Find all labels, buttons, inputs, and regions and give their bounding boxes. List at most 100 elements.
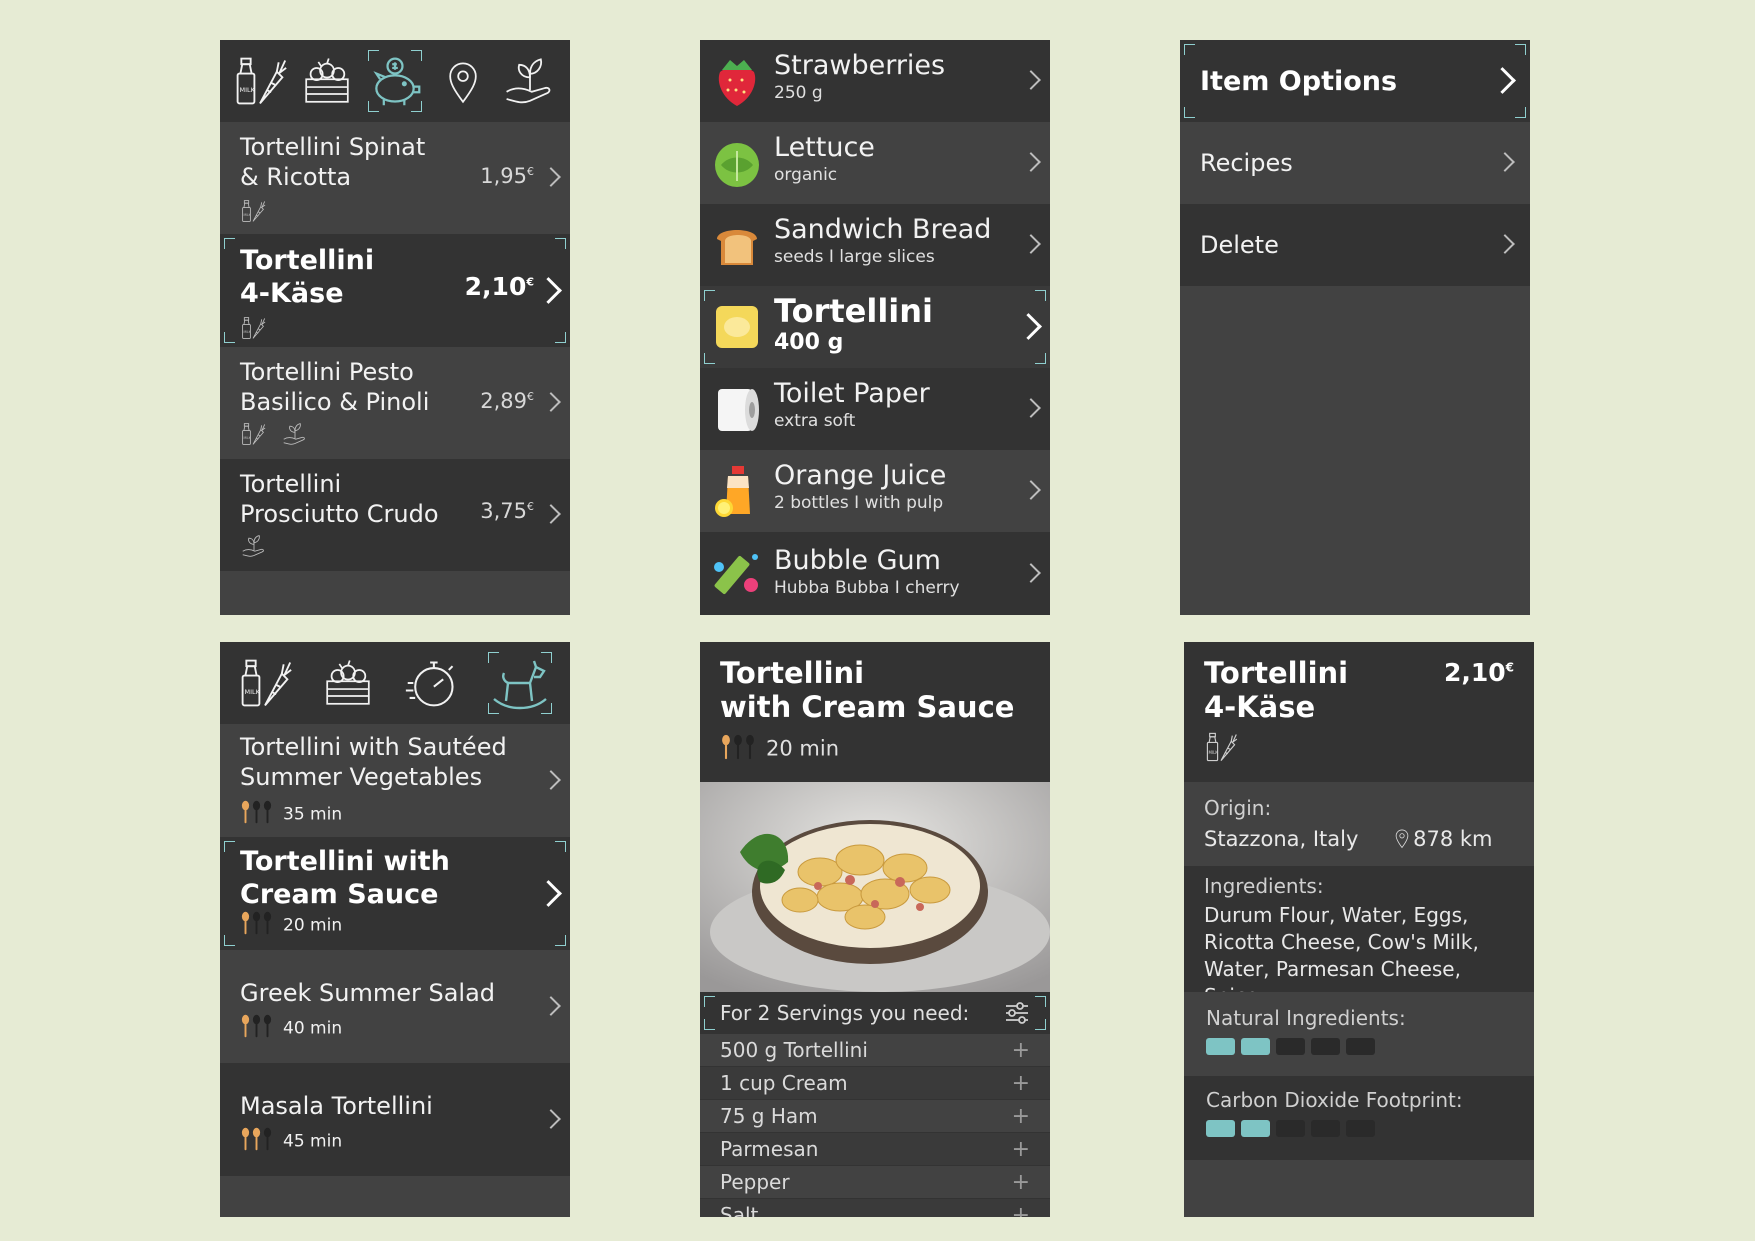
list-item-selected[interactable]: Tortellini 400 g xyxy=(700,286,1050,368)
recipe-row[interactable]: Masala Tortellini 45 min xyxy=(220,1063,570,1176)
recipe-time: 20 min xyxy=(766,736,839,761)
product-row[interactable]: Tortellini Prosciutto Crudo 3,75€ xyxy=(220,459,570,571)
recipe-title: Tortellini with Cream Sauce xyxy=(720,656,1015,724)
recipe-header: Tortellini with Cream Sauce 20 min xyxy=(700,642,1050,782)
recipe-time: 40 min xyxy=(283,1018,343,1039)
product-row[interactable]: Tortellini Spinat & Ricotta 1,95€ xyxy=(220,122,570,234)
recipe-row-selected[interactable]: Tortellini with Cream Sauce 20 min xyxy=(220,837,570,950)
chevron-right-icon xyxy=(1495,234,1515,254)
menu-item-delete[interactable]: Delete xyxy=(1180,204,1530,286)
difficulty-spoons-icon xyxy=(240,1127,273,1156)
chevron-right-icon xyxy=(541,769,561,790)
ingredients-list: 500 g Tortellini + 1 cup Cream + 75 g Ham +… xyxy=(700,1034,1050,1217)
distance: 878 km xyxy=(1413,827,1493,851)
meter-segment xyxy=(1241,1038,1270,1055)
strawberry-icon xyxy=(718,60,756,106)
rocking-horse-icon[interactable] xyxy=(484,648,556,718)
item-name: Tortellini xyxy=(774,292,933,330)
meter-segment xyxy=(1206,1038,1235,1055)
product-name: Tortellini Spinat & Ricotta xyxy=(240,133,426,191)
list-item[interactable]: Toilet Paper extra soft xyxy=(700,368,1050,450)
meter-segment xyxy=(1311,1038,1340,1055)
milk-carrot-icon[interactable] xyxy=(229,46,291,116)
recipe-name: Masala Tortellini xyxy=(240,1092,433,1120)
ingredient-row[interactable]: Pepper + xyxy=(700,1166,1050,1199)
origin-label: Origin: xyxy=(1204,796,1272,820)
item-options-header[interactable]: Item Options xyxy=(1180,40,1530,122)
product-price: 2,89€ xyxy=(480,389,534,413)
item-name: Strawberries xyxy=(774,50,946,81)
adjust-sliders-icon[interactable] xyxy=(1004,1001,1030,1025)
meter-segment xyxy=(1276,1120,1305,1137)
recipe-name: Tortellini with Sautéed Summer Vegetable… xyxy=(240,733,507,791)
recipe-time: 20 min xyxy=(283,915,343,936)
list-item[interactable]: Lettuce organic xyxy=(700,122,1050,204)
plus-icon[interactable]: + xyxy=(1012,1203,1030,1218)
difficulty-spoons-icon xyxy=(240,1014,273,1043)
stopwatch-icon[interactable] xyxy=(401,648,463,718)
recipe-row[interactable]: Tortellini with Sautéed Summer Vegetable… xyxy=(220,724,570,837)
menu-item-label: Delete xyxy=(1200,231,1279,259)
chevron-right-icon xyxy=(535,276,562,304)
milk-carrot-icon xyxy=(240,198,266,224)
ingredient-row[interactable]: 75 g Ham + xyxy=(700,1100,1050,1133)
list-item[interactable]: Orange Juice 2 bottles I with pulp xyxy=(700,450,1050,532)
plant-hand-icon[interactable] xyxy=(499,46,561,116)
product-price: 2,10€ xyxy=(1443,658,1514,687)
origin-value: Stazzona, Italy 878 km xyxy=(1204,826,1493,851)
tortellini-icon xyxy=(716,306,758,348)
milk-carrot-icon xyxy=(1204,730,1238,764)
co2-label: Carbon Dioxide Footprint: xyxy=(1206,1088,1463,1112)
plus-icon[interactable]: + xyxy=(1012,1071,1030,1096)
ingredient-row[interactable]: Salt + xyxy=(700,1199,1050,1217)
co2-section: Carbon Dioxide Footprint: xyxy=(1184,1076,1534,1160)
product-row-selected[interactable]: Tortellini 4-Käse 2,10€ xyxy=(220,234,570,347)
piggy-bank-icon[interactable] xyxy=(364,46,426,116)
recipe-time: 35 min xyxy=(283,804,343,825)
difficulty-spoons-icon xyxy=(240,800,273,829)
natural-ingredients-meter xyxy=(1206,1038,1512,1055)
bread-icon xyxy=(717,230,757,265)
milk-carrot-icon[interactable] xyxy=(234,648,296,718)
recipe-name: Greek Summer Salad xyxy=(240,979,496,1007)
ingredient-row[interactable]: 500 g Tortellini + xyxy=(700,1034,1050,1067)
item-detail: seeds I large slices xyxy=(774,247,935,267)
meter-segment xyxy=(1241,1120,1270,1137)
item-detail: 400 g xyxy=(774,330,844,355)
chevron-right-icon xyxy=(1489,67,1516,94)
item-options-panel: Item Options Recipes Delete xyxy=(1180,40,1530,615)
plus-icon[interactable]: + xyxy=(1012,1104,1030,1129)
natural-ingredients-label: Natural Ingredients: xyxy=(1206,1006,1406,1030)
plus-icon[interactable]: + xyxy=(1012,1137,1030,1162)
list-item[interactable]: Bubble Gum Hubba Bubba I cherry xyxy=(700,532,1050,615)
item-name: Toilet Paper xyxy=(774,378,930,409)
item-name: Orange Juice xyxy=(774,460,947,491)
chevron-right-icon xyxy=(541,504,561,524)
plus-icon[interactable]: + xyxy=(1012,1170,1030,1195)
list-item[interactable]: Sandwich Bread seeds I large slices xyxy=(700,204,1050,286)
meter-segment xyxy=(1311,1120,1340,1137)
recipe-detail-panel: Tortellini with Cream Sauce 20 min For 2 … xyxy=(700,642,1050,1217)
recipe-name: Tortellini with Cream Sauce xyxy=(240,846,450,910)
plus-icon[interactable]: + xyxy=(1012,1038,1030,1063)
orange-juice-icon xyxy=(715,466,750,517)
item-options-title: Item Options xyxy=(1200,65,1398,97)
ingredient-row[interactable]: Parmesan + xyxy=(700,1133,1050,1166)
location-pin-icon xyxy=(1391,826,1413,850)
product-row[interactable]: Tortellini Pesto Basilico & Pinoli 2,89€ xyxy=(220,347,570,459)
ingredient-row[interactable]: 1 cup Cream + xyxy=(700,1067,1050,1100)
natural-ingredients-section: Natural Ingredients: xyxy=(1184,992,1534,1076)
vegetable-crate-icon[interactable] xyxy=(317,648,379,718)
chevron-right-icon xyxy=(535,879,562,907)
location-pin-icon[interactable] xyxy=(432,46,494,116)
products-list-panel: Tortellini Spinat & Ricotta 1,95€ Tortel… xyxy=(220,40,570,615)
product-detail-panel: Tortellini 4-Käse 2,10€ Origin: Stazzona,… xyxy=(1184,642,1534,1217)
menu-item-recipes[interactable]: Recipes xyxy=(1180,122,1530,204)
recipe-row[interactable]: Greek Summer Salad 40 min xyxy=(220,950,570,1063)
recipe-photo xyxy=(700,782,1050,992)
item-detail: 250 g xyxy=(774,83,823,103)
vegetable-crate-icon[interactable] xyxy=(296,46,358,116)
meter-segment xyxy=(1346,1038,1375,1055)
item-name: Bubble Gum xyxy=(774,545,941,576)
list-item[interactable]: Strawberries 250 g xyxy=(700,40,1050,122)
